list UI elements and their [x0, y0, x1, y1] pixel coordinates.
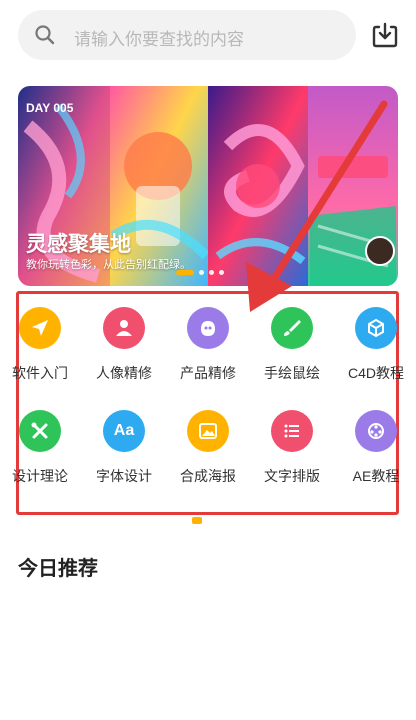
banner-title: 灵感聚集地 — [26, 233, 131, 256]
category-label: C4D教程 — [347, 365, 404, 381]
cube-icon — [368, 318, 384, 338]
category-label: 合成海报 — [180, 468, 236, 484]
tools-icon — [31, 422, 48, 439]
product-icon — [201, 321, 215, 336]
category-icon-circle: Aa — [103, 410, 145, 452]
category-label: 字体设计 — [96, 468, 152, 484]
category-item[interactable]: 文字排版 — [246, 410, 338, 486]
download-icon[interactable] — [370, 20, 400, 50]
carousel-dot[interactable] — [209, 269, 214, 275]
section-title-today: 今日推荐 — [18, 558, 98, 580]
font-icon: Aa — [113, 422, 135, 439]
category-icon-circle — [355, 307, 397, 349]
search-input[interactable]: 请输入你要查找的内容 — [74, 25, 244, 50]
category-label: 软件入门 — [12, 365, 68, 381]
category-item[interactable]: 设计理论 — [0, 410, 86, 486]
carousel-dot[interactable] — [199, 269, 204, 275]
category-label: 文字排版 — [264, 468, 320, 484]
category-label: 手绘鼠绘 — [264, 365, 320, 381]
category-item[interactable]: 产品精修 — [162, 307, 254, 383]
category-label: 设计理论 — [12, 468, 68, 484]
banner-carousel[interactable]: DAY 005 灵感聚集地 教你玩转色彩，从此告别红配绿。 — [18, 86, 398, 286]
category-label: 产品精修 — [180, 365, 236, 381]
search-bar[interactable]: 请输入你要查找的内容 — [18, 10, 356, 60]
category-label: 人像精修 — [96, 365, 152, 381]
carousel-indicator — [176, 269, 224, 275]
category-item[interactable]: 合成海报 — [162, 410, 254, 486]
category-item[interactable]: 手绘鼠绘 — [246, 307, 338, 383]
category-label: AE教程 — [352, 468, 400, 484]
search-row: 请输入你要查找的内容 — [16, 8, 400, 62]
banner-day-label: DAY 005 — [26, 101, 74, 115]
film-icon — [368, 423, 384, 439]
category-icon-circle — [271, 410, 313, 452]
person-icon — [116, 320, 132, 336]
category-icon-circle — [19, 307, 61, 349]
category-item[interactable]: Aa 字体设计 — [78, 410, 170, 486]
image-icon — [199, 423, 217, 439]
author-avatar — [365, 236, 395, 266]
category-item[interactable]: AE教程 — [330, 410, 416, 486]
category-icon-circle — [355, 410, 397, 452]
list-icon — [284, 424, 299, 438]
category-icon-circle — [271, 307, 313, 349]
category-icon-circle — [187, 307, 229, 349]
brush-icon — [284, 320, 301, 336]
category-item[interactable]: 软件入门 — [0, 307, 86, 383]
search-icon — [35, 25, 55, 45]
category-item[interactable]: C4D教程 — [330, 307, 416, 383]
carousel-dot-active[interactable] — [176, 269, 194, 275]
category-icon-circle — [103, 307, 145, 349]
scroll-indicator — [192, 517, 202, 524]
category-icon-circle — [187, 410, 229, 452]
send-icon — [32, 320, 48, 336]
category-icon-circle — [19, 410, 61, 452]
carousel-dot[interactable] — [219, 269, 224, 275]
category-item[interactable]: 人像精修 — [78, 307, 170, 383]
banner-subtitle: 教你玩转色彩，从此告别红配绿。 — [26, 259, 191, 271]
